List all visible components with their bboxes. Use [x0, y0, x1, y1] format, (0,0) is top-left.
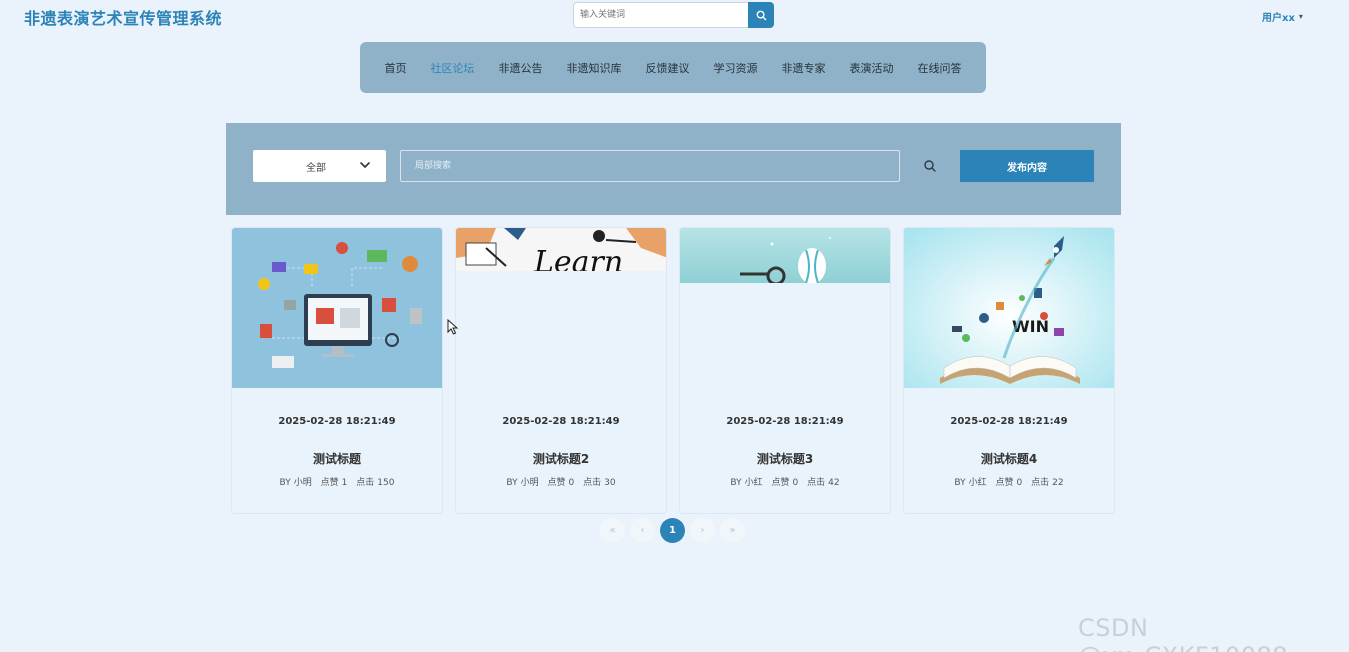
post-by-prefix: BY: [730, 478, 742, 488]
mouse-cursor-icon: [447, 319, 459, 335]
pagination: « ‹ 1 › »: [600, 518, 745, 543]
watermark: CSDN @vx_CXKF10088: [1078, 614, 1288, 652]
search-icon[interactable]: [923, 159, 937, 173]
header-search-button[interactable]: [748, 2, 774, 28]
nav-item-resources[interactable]: 学习资源: [702, 60, 770, 76]
post-card[interactable]: 2025-02-28 18:21:49 测试标题 BY 小明 点赞 1 点击 150: [231, 227, 443, 514]
nav-item-qa[interactable]: 在线问答: [906, 60, 974, 76]
nav-item-home[interactable]: 首页: [373, 60, 419, 76]
post-author: 小明: [520, 478, 539, 488]
post-title[interactable]: 测试标题4: [904, 450, 1114, 467]
post-likes: 0: [1016, 478, 1023, 488]
post-date: 2025-02-28 18:21:49: [502, 416, 620, 427]
publish-button[interactable]: 发布内容: [960, 150, 1094, 182]
chevron-down-icon: [360, 162, 370, 168]
nav-item-feedback[interactable]: 反馈建议: [634, 60, 702, 76]
post-clicks: 42: [828, 478, 840, 488]
post-meta: BY 小明 点赞 1 点击 150: [232, 475, 442, 488]
post-clicks-label: 点击: [1031, 478, 1050, 488]
user-name: 用户xx: [1262, 13, 1295, 24]
post-image-learn[interactable]: Learn: [456, 228, 666, 271]
filter-bar: 全部 发布内容: [226, 123, 1121, 215]
page-last-button[interactable]: »: [720, 518, 745, 543]
post-clicks-label: 点击: [583, 478, 602, 488]
post-meta: BY 小红 点赞 0 点击 42: [680, 475, 890, 488]
post-image-ecommerce[interactable]: [232, 228, 442, 388]
post-clicks-label: 点击: [807, 478, 826, 488]
post-date: 2025-02-28 18:21:49: [278, 416, 396, 427]
main-nav: 首页 社区论坛 非遗公告 非遗知识库 反馈建议 学习资源 非遗专家 表演活动 在…: [360, 42, 986, 93]
post-by-prefix: BY: [506, 478, 518, 488]
post-clicks-label: 点击: [356, 478, 375, 488]
header-search: [573, 2, 774, 28]
page-current-button[interactable]: 1: [660, 518, 685, 543]
post-title[interactable]: 测试标题: [232, 450, 442, 467]
post-likes-label: 点赞: [547, 478, 566, 488]
user-menu[interactable]: 用户xx ▾: [1262, 9, 1303, 24]
nav-item-knowledge[interactable]: 非遗知识库: [555, 60, 634, 76]
page-prev-button[interactable]: ‹: [630, 518, 655, 543]
post-clicks: 30: [604, 478, 616, 488]
post-image-book[interactable]: WIN: [904, 228, 1114, 388]
post-likes-label: 点赞: [771, 478, 790, 488]
post-meta: BY 小红 点赞 0 点击 22: [904, 475, 1114, 488]
post-by-prefix: BY: [954, 478, 966, 488]
post-card[interactable]: Learn 2025-02-28 18:21:49 测试标题2 BY 小明 点赞 0…: [455, 227, 667, 514]
post-date: 2025-02-28 18:21:49: [950, 416, 1068, 427]
post-clicks: 22: [1052, 478, 1064, 488]
svg-text:Learn: Learn: [533, 245, 623, 271]
post-clicks: 150: [377, 478, 395, 488]
post-likes: 1: [341, 478, 348, 488]
post-title[interactable]: 测试标题3: [680, 450, 890, 467]
local-search-input[interactable]: [400, 150, 900, 182]
post-likes-label: 点赞: [320, 478, 339, 488]
nav-item-events[interactable]: 表演活动: [838, 60, 906, 76]
chevron-down-icon: ▾: [1298, 12, 1303, 21]
post-author: 小红: [744, 478, 763, 488]
post-title[interactable]: 测试标题2: [456, 450, 666, 467]
post-card[interactable]: 2025-02-28 18:21:49 测试标题3 BY 小红 点赞 0 点击 42: [679, 227, 891, 514]
post-image-magnifier[interactable]: [680, 228, 890, 283]
post-likes: 0: [792, 478, 799, 488]
post-author: 小红: [968, 478, 987, 488]
nav-item-forum[interactable]: 社区论坛: [419, 60, 487, 76]
post-meta: BY 小明 点赞 0 点击 30: [456, 475, 666, 488]
category-select[interactable]: 全部: [253, 150, 386, 182]
nav-item-experts[interactable]: 非遗专家: [770, 60, 838, 76]
post-by-prefix: BY: [279, 478, 291, 488]
post-author: 小明: [293, 478, 312, 488]
post-card[interactable]: WIN 2025-02-28 18:21:49 测试标题4 BY 小红 点赞 0 点…: [903, 227, 1115, 514]
post-likes-label: 点赞: [995, 478, 1014, 488]
post-likes: 0: [568, 478, 575, 488]
post-date: 2025-02-28 18:21:49: [726, 416, 844, 427]
site-title[interactable]: 非遗表演艺术宣传管理系统: [24, 5, 222, 29]
search-icon: [756, 10, 766, 20]
header-search-input[interactable]: [573, 2, 748, 28]
page-next-button[interactable]: ›: [690, 518, 715, 543]
nav-item-notices[interactable]: 非遗公告: [487, 60, 555, 76]
category-select-value: 全部: [306, 163, 326, 174]
page-first-button[interactable]: «: [600, 518, 625, 543]
